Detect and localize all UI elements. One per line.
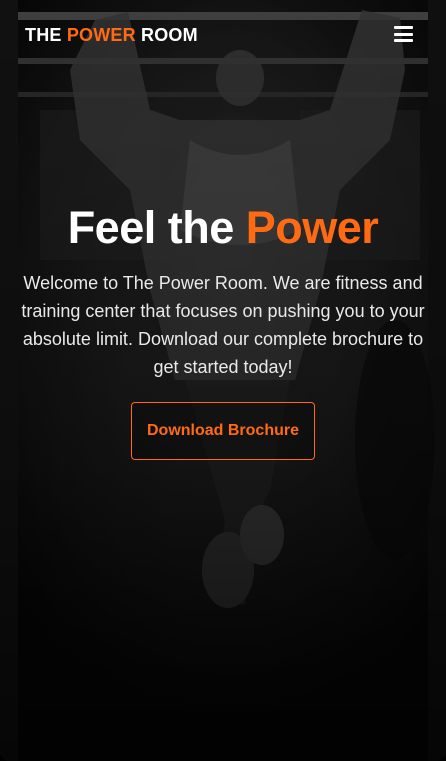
brand-text-the: THE <box>25 24 67 45</box>
brand-text-power: POWER <box>66 24 136 45</box>
brand-logo[interactable]: THE POWER ROOM <box>25 25 198 46</box>
navbar: THE POWER ROOM <box>0 0 446 70</box>
download-brochure-button[interactable]: Download Brochure <box>131 402 315 460</box>
headline-text: Feel the <box>67 202 246 253</box>
hero-headline: Feel the Power <box>14 198 432 258</box>
hero-lead-text: Welcome to The Power Room. We are fitnes… <box>21 273 425 377</box>
hamburger-menu-icon[interactable] <box>394 26 413 42</box>
hero-content: Feel the Power Welcome to The Power Room… <box>0 198 446 460</box>
headline-accent-text: Power <box>245 202 379 253</box>
brand-text-room: ROOM <box>135 24 198 45</box>
hero-section: THE POWER ROOM Feel the Power Welcome to… <box>0 0 446 761</box>
